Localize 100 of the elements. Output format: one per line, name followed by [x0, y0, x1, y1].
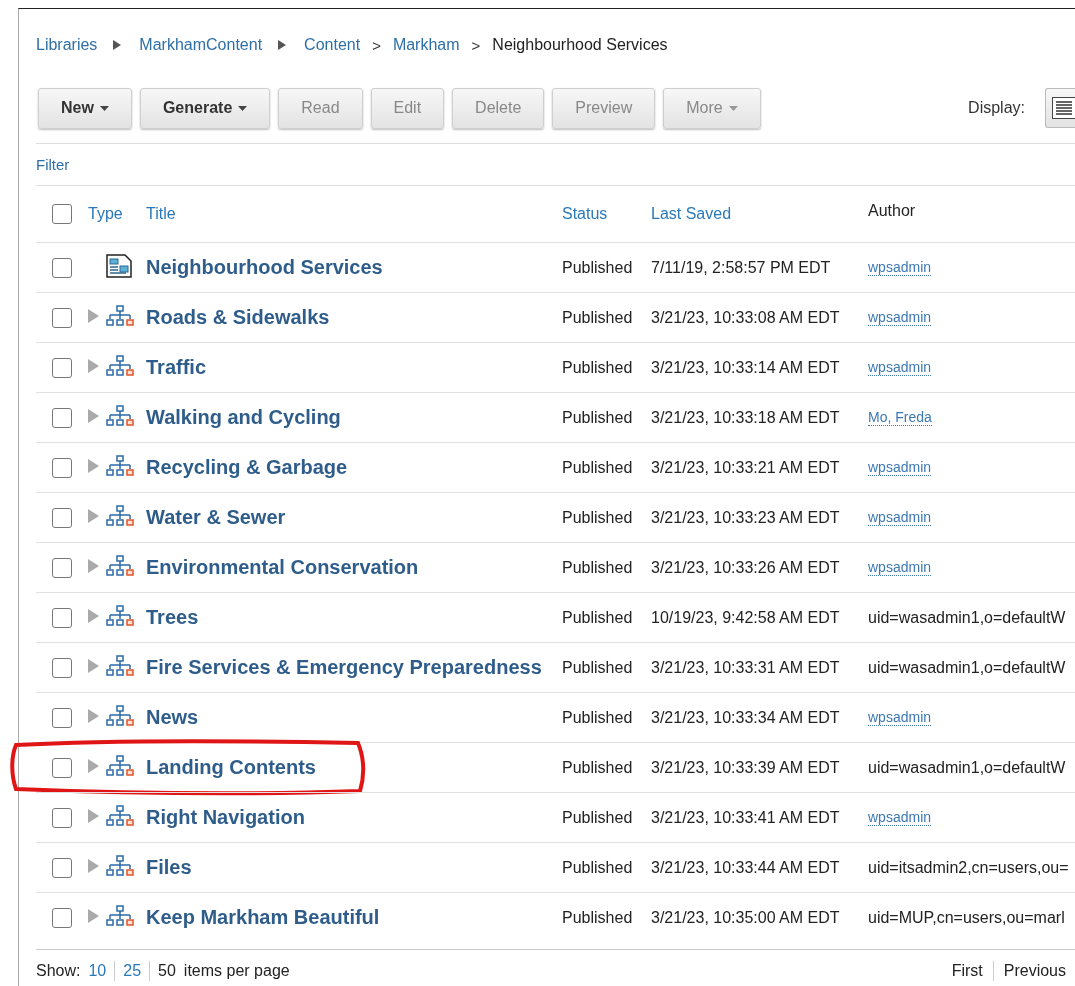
status-cell-text: Published: [562, 508, 634, 527]
expand-icon[interactable]: [88, 808, 99, 823]
row-checkbox[interactable]: [52, 257, 72, 278]
current-page-label: Neighbourhood Services: [492, 36, 668, 54]
status-cell-text: Published: [562, 308, 634, 327]
breadcrumb-arrow-icon: [278, 40, 287, 50]
row-checkbox[interactable]: [52, 357, 72, 378]
expand-icon[interactable]: [88, 658, 99, 673]
expand-icon[interactable]: [88, 558, 99, 573]
show-label: Show:: [36, 962, 81, 980]
expand-icon[interactable]: [88, 408, 99, 423]
item-title[interactable]: Fire Services & Emergency Preparedness: [146, 656, 562, 679]
item-title[interactable]: Landing Contents: [146, 756, 562, 779]
author-link[interactable]: Mo, Freda: [868, 409, 932, 426]
author-link[interactable]: wpsadmin: [868, 309, 932, 326]
row-checkbox[interactable]: [52, 557, 72, 578]
hierarchy-icon: [106, 504, 134, 527]
item-title[interactable]: Roads & Sidewalks: [146, 306, 562, 329]
row-checkbox[interactable]: [52, 507, 72, 528]
hierarchy-icon: [106, 554, 134, 577]
item-title[interactable]: Right Navigation: [146, 806, 562, 829]
select-all-checkbox[interactable]: [52, 204, 72, 224]
column-header[interactable]: Title: [146, 205, 562, 223]
row-checkbox[interactable]: [52, 307, 72, 328]
author-link[interactable]: wpsadmin: [868, 459, 932, 476]
hierarchy-icon: [106, 454, 134, 477]
toolbar-button[interactable]: Generate: [139, 87, 271, 129]
page-size-link[interactable]: 50: [150, 962, 184, 980]
page-size-link[interactable]: 25: [115, 962, 150, 980]
row-checkbox[interactable]: [52, 607, 72, 628]
row-checkbox[interactable]: [52, 857, 72, 878]
filter-link[interactable]: Filter: [36, 156, 70, 173]
row-checkbox[interactable]: [52, 457, 72, 478]
status-cell-text: Published: [562, 558, 634, 577]
caret-icon: [238, 105, 248, 111]
column-header[interactable]: Type: [88, 205, 146, 223]
list-icon: [1052, 97, 1075, 119]
item-title[interactable]: Water & Sewer: [146, 506, 562, 529]
caret-icon: [728, 105, 738, 111]
author-link[interactable]: wpsadmin: [868, 559, 932, 576]
author-cell-text: uid=wasadmin1,o=defaultW: [868, 658, 1067, 677]
author-cell-text: uid=wasadmin1,o=defaultW: [868, 608, 1067, 627]
author-cell-text: uid=itsadmin2,cn=users,ou=: [868, 858, 1070, 877]
last-saved-cell-text: 3/21/23, 10:33:41 AM EDT: [651, 808, 841, 827]
item-title[interactable]: Keep Markham Beautiful: [146, 906, 562, 929]
list-view-button[interactable]: [1045, 88, 1075, 128]
item-title[interactable]: Traffic: [146, 356, 562, 379]
last-saved-cell-text: 3/21/23, 10:33:21 AM EDT: [651, 458, 841, 477]
expand-icon[interactable]: [88, 458, 99, 473]
breadcrumb-link[interactable]: Libraries: [36, 36, 98, 54]
hierarchy-icon: [106, 854, 134, 877]
expand-icon[interactable]: [88, 308, 99, 323]
breadcrumb-link[interactable]: Content: [304, 36, 361, 54]
author-link[interactable]: wpsadmin: [868, 709, 932, 726]
column-header: Author: [868, 202, 917, 220]
author-link[interactable]: wpsadmin: [868, 809, 932, 826]
row-checkbox[interactable]: [52, 907, 72, 928]
item-title[interactable]: Neighbourhood Services: [146, 256, 562, 279]
expand-icon[interactable]: [88, 708, 99, 723]
column-header[interactable]: Last Saved: [651, 205, 868, 223]
row-checkbox[interactable]: [52, 707, 72, 728]
status-cell-text: Published: [562, 858, 634, 877]
row-checkbox[interactable]: [52, 657, 72, 678]
last-saved-cell-text: 7/11/19, 2:58:57 PM EDT: [651, 258, 832, 277]
row-checkbox[interactable]: [52, 407, 72, 428]
author-link[interactable]: wpsadmin: [868, 259, 932, 276]
expand-icon[interactable]: [88, 858, 99, 873]
expand-icon[interactable]: [88, 358, 99, 373]
expand-icon[interactable]: [88, 508, 99, 523]
row-checkbox[interactable]: [52, 807, 72, 828]
author-link[interactable]: wpsadmin: [868, 359, 932, 376]
column-header[interactable]: Status: [562, 205, 651, 223]
row-checkbox[interactable]: [52, 757, 72, 778]
pager-link[interactable]: First: [941, 962, 993, 980]
item-title[interactable]: Trees: [146, 606, 562, 629]
expand-icon[interactable]: [88, 608, 99, 623]
hierarchy-icon: [106, 304, 134, 327]
expand-icon[interactable]: [88, 758, 99, 773]
item-title[interactable]: Recycling & Garbage: [146, 456, 562, 479]
expand-icon[interactable]: [88, 908, 99, 923]
last-saved-cell-text: 3/21/23, 10:35:00 AM EDT: [651, 908, 841, 927]
hierarchy-icon: [106, 804, 134, 827]
breadcrumb-link[interactable]: MarkhamContent: [139, 36, 263, 54]
toolbar-button[interactable]: New: [38, 87, 132, 129]
item-title[interactable]: Files: [146, 856, 562, 879]
item-title[interactable]: Environmental Conservation: [146, 556, 562, 579]
pager-link[interactable]: Previous: [993, 962, 1075, 980]
status-cell-text: Published: [562, 458, 634, 477]
item-title[interactable]: Walking and Cycling: [146, 406, 562, 429]
last-saved-cell-text: 3/21/23, 10:33:08 AM EDT: [651, 308, 841, 327]
status-cell-text: Published: [562, 258, 634, 277]
status-cell-text: Published: [562, 758, 634, 777]
status-cell-text: Published: [562, 808, 634, 827]
author-link[interactable]: wpsadmin: [868, 509, 932, 526]
hierarchy-icon: [106, 354, 134, 377]
page-size-link[interactable]: 10: [80, 962, 115, 980]
item-title[interactable]: News: [146, 706, 562, 729]
breadcrumb-link[interactable]: Markham: [392, 36, 460, 54]
hierarchy-icon: [106, 904, 134, 927]
hierarchy-icon: [106, 754, 134, 777]
